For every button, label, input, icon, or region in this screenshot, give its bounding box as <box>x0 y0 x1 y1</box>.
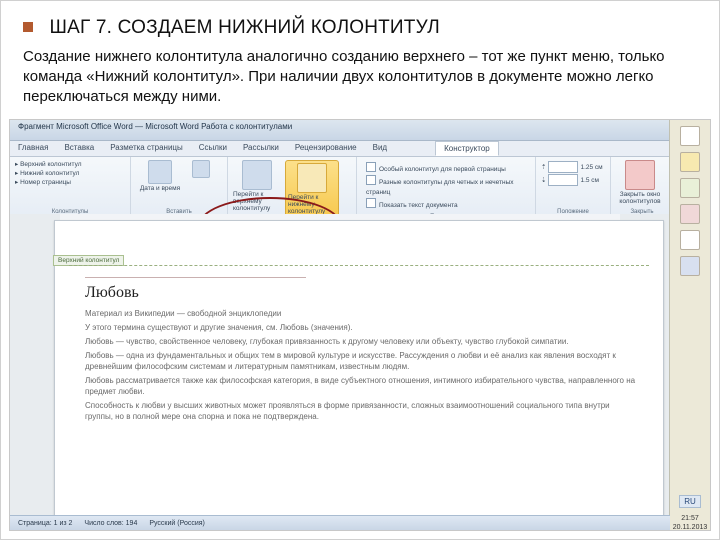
footer-from-bottom[interactable]: ⇣1.5 см <box>541 174 605 186</box>
footer-button[interactable]: ▸ Нижний колонтитул <box>15 169 82 178</box>
slide-title: ШАГ 7. СОЗДАЕМ НИЖНИЙ КОЛОНТИТУЛ <box>49 17 439 39</box>
tab-home[interactable]: Главная <box>10 141 56 156</box>
page-number-button[interactable]: ▸ Номер страницы <box>15 178 82 187</box>
ribbon: ▸ Верхний колонтитул ▸ Нижний колонтитул… <box>10 157 710 218</box>
close-hf-button[interactable]: Закрыть окно колонтитулов <box>616 160 664 205</box>
datetime-button[interactable]: Дата и время <box>136 160 184 192</box>
tab-hf-design[interactable]: Конструктор <box>435 141 499 156</box>
word-screenshot: Фрагмент Microsoft Office Word — Microso… <box>9 119 711 531</box>
system-tray: RU 21:5720.11.2013 <box>669 120 710 531</box>
opt-odd-even[interactable]: Разные колонтитулы для четных и нечетных… <box>366 175 526 198</box>
doc-subtitle: Материал из Википедии — свободной энцикл… <box>85 308 637 319</box>
slide-body: Создание нижнего колонтитула аналогично … <box>1 45 719 113</box>
tab-view[interactable]: Вид <box>365 141 395 156</box>
statusbar: Страница: 1 из 2 Число слов: 194 Русский… <box>10 515 670 530</box>
header-boundary <box>69 265 649 266</box>
tray-icon[interactable] <box>680 230 700 250</box>
doc-heading: Любовь <box>85 284 637 302</box>
header-button[interactable]: ▸ Верхний колонтитул <box>15 160 82 169</box>
goto-header-button[interactable]: Перейти к верхнему колонтитулу <box>233 160 281 218</box>
goto-footer-button[interactable]: Перейти к нижнему колонтитулу <box>285 160 339 218</box>
goto-footer-icon <box>297 163 327 193</box>
status-lang: Русский (Россия) <box>149 520 205 527</box>
ribbon-tabs: Главная Вставка Разметка страницы Ссылки… <box>10 141 710 157</box>
header-from-top[interactable]: ⇡1.25 см <box>541 161 605 173</box>
status-words: Число слов: 194 <box>84 520 137 527</box>
tab-mailings[interactable]: Рассылки <box>235 141 287 156</box>
tray-clock: 21:5720.11.2013 <box>673 514 708 531</box>
bullet-icon <box>23 22 33 32</box>
page: Верхний колонтитул Любовь Материал из Ви… <box>54 220 664 516</box>
tab-review[interactable]: Рецензирование <box>287 141 365 156</box>
tab-insert[interactable]: Вставка <box>56 141 102 156</box>
tray-icon[interactable] <box>680 178 700 198</box>
window-titlebar: Фрагмент Microsoft Office Word — Microso… <box>10 120 710 141</box>
goto-header-icon <box>242 160 272 190</box>
tray-icon[interactable] <box>680 256 700 276</box>
tray-lang[interactable]: RU <box>679 495 701 508</box>
status-page: Страница: 1 из 2 <box>18 520 72 527</box>
document-area: Верхний колонтитул Любовь Материал из Ви… <box>10 214 670 516</box>
opt-first-page[interactable]: Особый колонтитул для первой страницы <box>366 162 526 175</box>
tab-references[interactable]: Ссылки <box>191 141 235 156</box>
close-icon <box>625 160 655 190</box>
tray-icon[interactable] <box>680 126 700 146</box>
tab-layout[interactable]: Разметка страницы <box>102 141 191 156</box>
tray-icon[interactable] <box>680 204 700 224</box>
tray-icon[interactable] <box>680 152 700 172</box>
picture-button[interactable] <box>188 160 214 192</box>
opt-show-doc[interactable]: Показать текст документа <box>366 198 526 211</box>
